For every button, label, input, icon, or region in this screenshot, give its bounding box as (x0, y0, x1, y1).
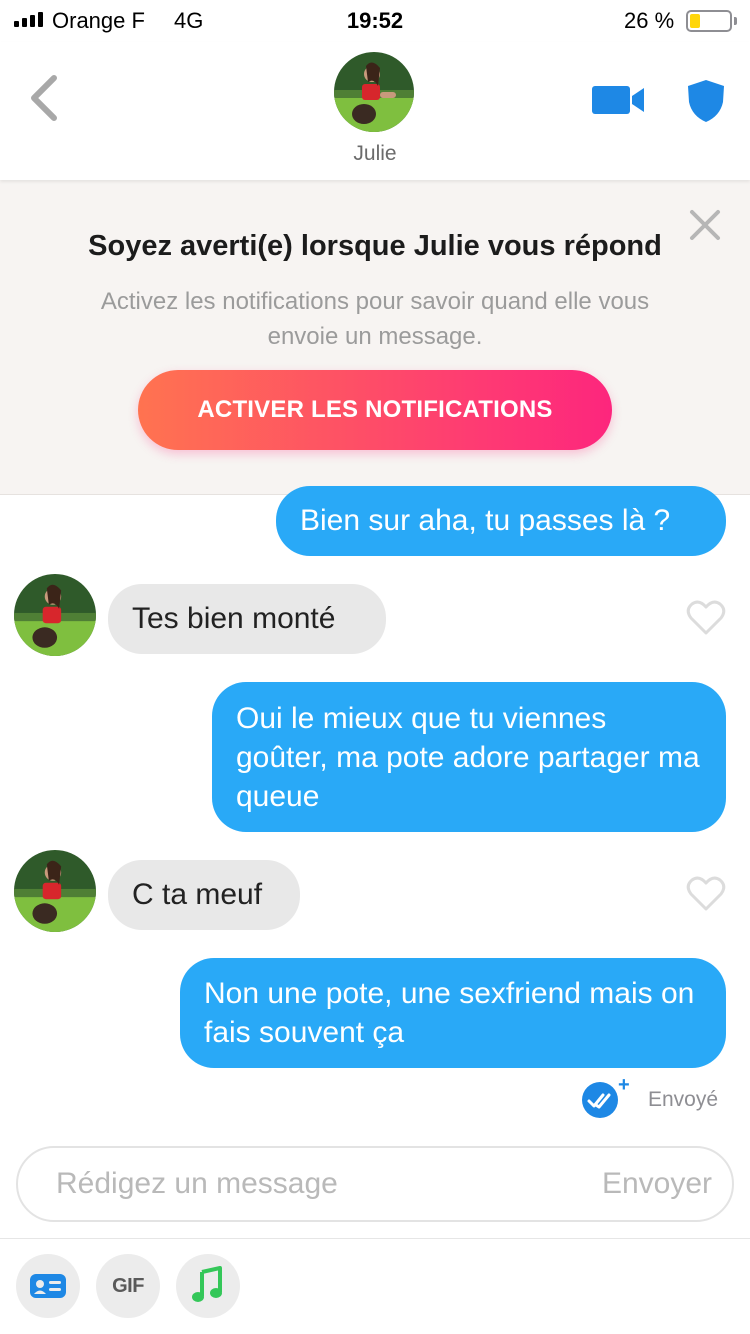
contact-avatar-small[interactable] (14, 574, 96, 656)
music-note-icon (192, 1266, 222, 1302)
gif-icon: GIF (112, 1275, 144, 1297)
battery-tip (734, 17, 737, 25)
battery-percent: 26 % (624, 8, 675, 33)
banner-title: Soyez averti(e) lorsque Julie vous répon… (88, 230, 662, 262)
battery-icon (686, 10, 732, 32)
double-check-icon (580, 1080, 620, 1120)
message-composer: Envoyer (16, 1146, 734, 1222)
contact-card-button[interactable] (16, 1254, 80, 1318)
heart-icon (686, 600, 726, 635)
safety-button[interactable] (686, 78, 726, 124)
music-button[interactable] (176, 1254, 240, 1318)
message-bubble-sent[interactable]: Non une pote, une sexfriend mais on fais… (180, 958, 726, 1068)
message-bubble-received[interactable]: C ta meuf (108, 860, 300, 930)
contact-card-icon (30, 1274, 66, 1298)
heart-icon (686, 876, 726, 911)
contact-avatar-small[interactable] (14, 850, 96, 932)
status-bar: Orange F 4G 19:52 26 % (0, 0, 750, 42)
gif-button[interactable]: GIF (96, 1254, 160, 1318)
video-camera-icon (592, 86, 644, 114)
notification-banner: Soyez averti(e) lorsque Julie vous répon… (0, 180, 750, 495)
message-bubble-sent[interactable]: Bien sur aha, tu passes là ? (276, 486, 726, 556)
video-call-button[interactable] (590, 82, 646, 118)
battery-fill (690, 14, 700, 28)
message-status: Envoyé (648, 1088, 719, 1111)
like-button[interactable] (686, 876, 726, 912)
enable-notifications-button[interactable]: ACTIVER LES NOTIFICATIONS (138, 370, 612, 450)
send-button[interactable]: Envoyer (602, 1148, 712, 1220)
like-button[interactable] (686, 600, 726, 636)
chat-header: Julie (0, 42, 750, 180)
contact-avatar[interactable] (334, 52, 414, 132)
message-input[interactable] (56, 1148, 536, 1220)
message-bubble-sent[interactable]: Oui le mieux que tu viennes goûter, ma p… (212, 682, 726, 832)
banner-text: Activez les notifications pour savoir qu… (100, 288, 650, 350)
message-bubble-received[interactable]: Tes bien monté (108, 584, 386, 654)
back-button[interactable] (22, 72, 66, 124)
read-receipt-plus: + (618, 1074, 630, 1096)
back-chevron-icon (31, 75, 57, 121)
contact-name[interactable]: Julie (0, 142, 750, 166)
shield-icon (688, 80, 724, 122)
toolbar-divider (0, 1238, 750, 1239)
